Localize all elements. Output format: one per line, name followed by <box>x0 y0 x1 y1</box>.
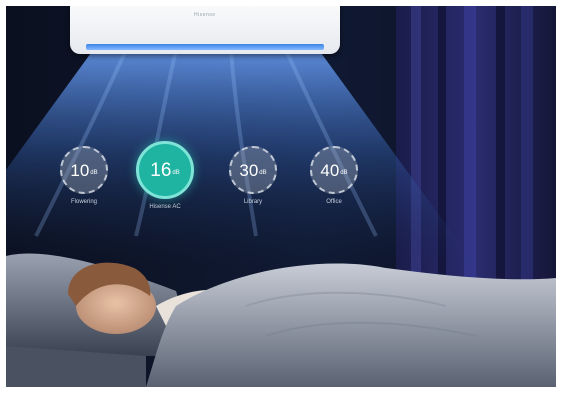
noise-label: Office <box>326 199 342 205</box>
noise-unit: dB <box>172 170 180 176</box>
noise-unit: dB <box>340 170 348 176</box>
noise-value: 16 <box>150 159 172 181</box>
noise-ring: 40 dB <box>310 146 358 194</box>
noise-value: 30 <box>239 160 259 180</box>
noise-ring-highlight: 16 dB <box>136 141 194 199</box>
photo-frame: Hisense 10 dB Flowering 16 dB Hisense AC… <box>6 6 556 387</box>
noise-ring: 30 dB <box>229 146 277 194</box>
noise-badge-library: 30 dB Library <box>222 146 284 205</box>
noise-label: Hisense AC <box>149 204 181 210</box>
noise-badge-flowering: 10 dB Flowering <box>53 146 115 205</box>
air-conditioner: Hisense <box>70 6 340 54</box>
ac-vent-light <box>86 44 324 50</box>
noise-value: 40 <box>320 160 340 180</box>
ac-brand-logo: Hisense <box>194 12 216 18</box>
noise-unit: dB <box>90 170 98 176</box>
noise-unit: dB <box>259 170 267 176</box>
noise-badge-office: 40 dB Office <box>303 146 365 205</box>
noise-badge-hisense-ac: 16 dB Hisense AC <box>134 141 196 210</box>
noise-label: Library <box>243 199 263 205</box>
noise-value: 10 <box>70 160 90 180</box>
noise-label: Flowering <box>70 199 97 205</box>
noise-ring: 10 dB <box>60 146 108 194</box>
